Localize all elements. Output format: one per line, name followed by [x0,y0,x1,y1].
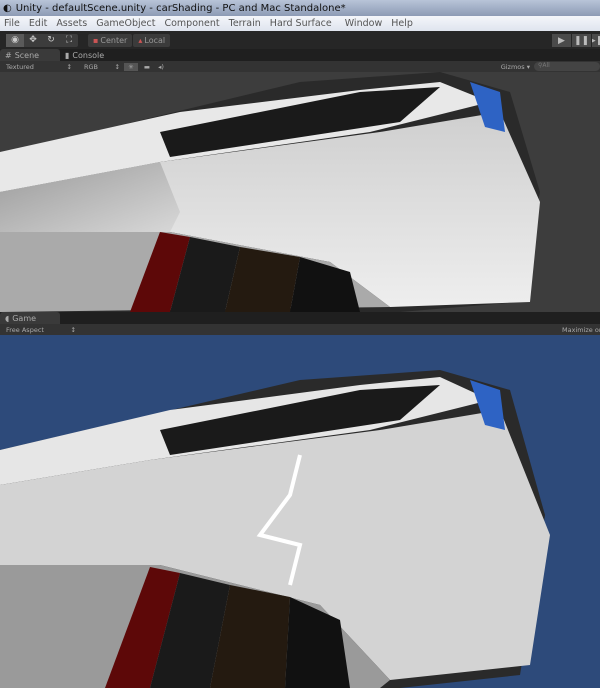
lighting-toggle-icon[interactable]: ✳ [124,62,138,71]
menu-assets[interactable]: Assets [56,18,87,29]
aspect-dropdown[interactable]: Free Aspect ↕ [0,326,82,334]
audio-toggle-icon[interactable]: ◂) [154,63,168,71]
pause-button[interactable]: ❚❚ [572,34,591,47]
pivot-local-button[interactable]: ▴ Local [133,33,171,47]
menu-edit[interactable]: Edit [29,18,47,29]
hierarchy-search-input[interactable]: ⚲All [534,62,600,71]
menu-help[interactable]: Help [391,18,413,29]
play-button[interactable]: ▶ [552,34,571,47]
scene-toolbar: Textured ↕ RGB ↕ ✳ ▬ ◂) Gizmos ▾ ⚲All [0,61,600,72]
car-model-scene [0,72,540,312]
game-view[interactable] [0,335,600,688]
grid-icon: # [5,50,12,60]
main-toolbar: ◉ ✥ ↻ ⛶ ▪ Center ▴ Local ▶ ❚❚ ▶❚ [0,31,600,49]
menu-terrain[interactable]: Terrain [229,18,261,29]
tab-scene[interactable]: # Scene [0,49,60,61]
menu-gameobject[interactable]: GameObject [96,18,155,29]
render-mode-dropdown[interactable]: Textured ↕ [0,63,78,71]
scene-view[interactable] [0,72,600,312]
step-button[interactable]: ▶❚ [592,34,600,47]
game-toolbar: Free Aspect↕ Maximize on Play [0,324,600,335]
menu-hard-surface[interactable]: Hard Surface [270,18,332,29]
tab-game[interactable]: ◖ Game [0,312,60,324]
title-bar: ◐ Unity - defaultScene.unity - carShadin… [0,0,600,16]
menu-window[interactable]: Window [345,18,382,29]
menu-file[interactable]: File [4,18,20,29]
view-tool-icon[interactable]: ◉ [6,33,24,47]
game-icon: ◖ [5,313,10,323]
gizmos-dropdown[interactable]: Gizmos ▾ [501,63,530,71]
transform-tools: ◉ ✥ ↻ ⛶ [6,33,78,47]
pivot-center-button[interactable]: ▪ Center [88,33,133,47]
game-tabs: ◖ Game [0,312,600,324]
car-model-game [0,370,550,688]
color-mode-dropdown[interactable]: RGB ↕ [78,63,124,71]
rotate-tool-icon[interactable]: ↻ [42,34,60,47]
menu-component[interactable]: Component [164,18,219,29]
scene-fx-toggle-icon[interactable]: ▬ [140,63,154,71]
dropdown-arrow-icon: ↕ [114,62,120,71]
local-icon: ▴ [138,35,143,45]
console-icon: ▮ [65,50,70,60]
scene-tabs: # Scene ▮ Console [0,49,600,61]
dropdown-arrow-icon: ↕ [66,62,72,71]
maximize-on-play-toggle[interactable]: Maximize on Play [562,326,600,334]
dropdown-arrow-icon: ↕ [70,325,76,334]
window-title: Unity - defaultScene.unity - carShading … [15,2,346,14]
play-controls: ▶ ❚❚ ▶❚ [552,34,600,47]
unity-logo-icon: ◐ [3,2,12,14]
tab-console[interactable]: ▮ Console [60,49,112,61]
menu-bar: File Edit Assets GameObject Component Te… [0,16,600,31]
pivot-icon: ▪ [93,35,99,45]
move-tool-icon[interactable]: ✥ [24,34,42,47]
scale-tool-icon[interactable]: ⛶ [60,34,78,47]
